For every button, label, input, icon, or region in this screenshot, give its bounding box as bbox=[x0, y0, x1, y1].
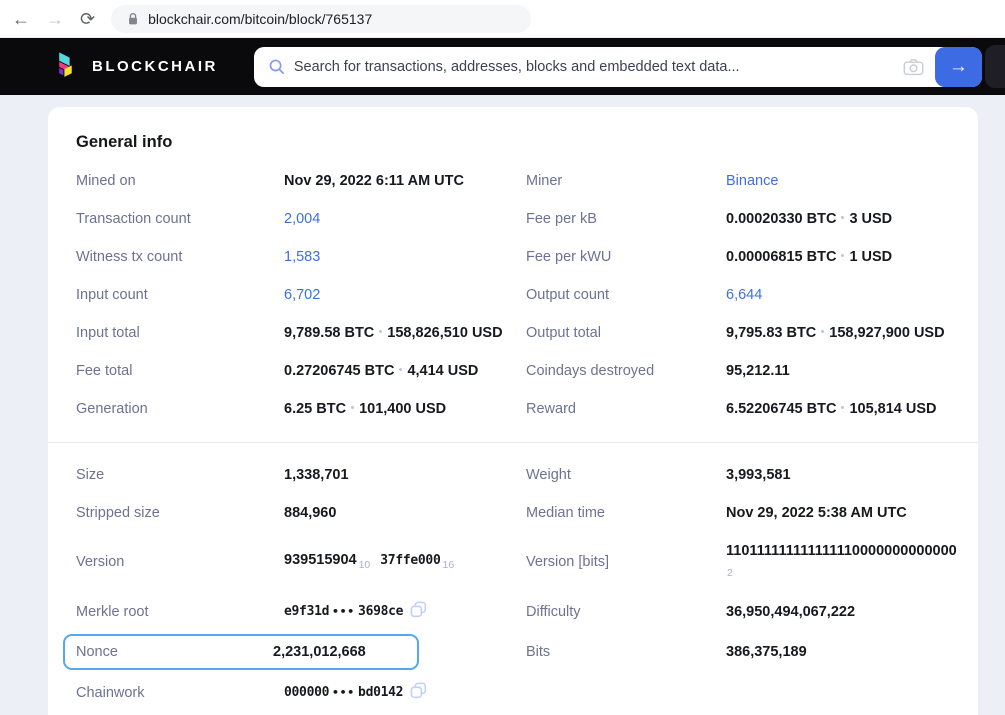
row-value: 9,795.83 BTC158,927,900 USD bbox=[726, 314, 950, 352]
page-title: General info bbox=[76, 133, 950, 152]
address-bar[interactable]: blockchair.com/bitcoin/block/765137 bbox=[111, 5, 531, 33]
copy-icon bbox=[410, 601, 427, 618]
brand-wordmark[interactable]: BLOCKCHAIR bbox=[92, 58, 218, 75]
row-label: Fee total bbox=[76, 352, 284, 390]
search-submit-button[interactable]: → bbox=[935, 47, 982, 87]
dot-separator bbox=[379, 330, 382, 333]
row-value: 0.00020330 BTC3 USD bbox=[726, 200, 950, 238]
search-input[interactable] bbox=[294, 59, 903, 75]
row-label: Output count bbox=[526, 276, 726, 314]
row-label: Input count bbox=[76, 276, 284, 314]
row-label: Generation bbox=[76, 390, 284, 428]
row-label: Transaction count bbox=[76, 200, 284, 238]
row-value: 36,950,494,067,222 bbox=[726, 593, 957, 631]
row-value: Nov 29, 2022 6:11 AM UTC bbox=[284, 162, 526, 200]
row-value: 6.25 BTC101,400 USD bbox=[284, 390, 526, 428]
browser-toolbar: ← → ⟳ blockchair.com/bitcoin/block/76513… bbox=[0, 0, 1005, 38]
row-label: Coindays destroyed bbox=[526, 352, 726, 390]
general-info-card: General info Mined on Nov 29, 2022 6:11 … bbox=[48, 107, 978, 715]
dot-separator bbox=[841, 254, 844, 257]
row-label: Mined on bbox=[76, 162, 284, 200]
forward-icon[interactable]: → bbox=[46, 10, 64, 28]
base-subscript: 16 bbox=[442, 559, 454, 571]
camera-icon bbox=[903, 58, 924, 76]
section-divider bbox=[48, 442, 978, 443]
back-icon[interactable]: ← bbox=[12, 10, 30, 28]
site-header: BLOCKCHAIR → bbox=[0, 38, 1005, 95]
row-label: Size bbox=[76, 456, 284, 494]
search-bar: → bbox=[254, 47, 982, 87]
row-value: 0.00006815 BTC1 USD bbox=[726, 238, 950, 276]
copy-icon bbox=[410, 682, 427, 699]
url-text: blockchair.com/bitcoin/block/765137 bbox=[148, 11, 372, 27]
row-label: Fee per kB bbox=[526, 200, 726, 238]
row-label: Version [bits] bbox=[526, 543, 726, 581]
base-subscript: 10 bbox=[359, 559, 371, 571]
lock-icon bbox=[127, 12, 139, 26]
row-label: Bits bbox=[526, 633, 726, 671]
row-value: 386,375,189 bbox=[726, 633, 957, 671]
nonce-highlight-box: Nonce 2,231,012,668 bbox=[63, 634, 419, 670]
row-value: 95,212.11 bbox=[726, 352, 950, 390]
dot-separator bbox=[351, 406, 354, 409]
miner-link[interactable]: Binance bbox=[726, 173, 778, 189]
blockchair-logo-icon[interactable] bbox=[55, 52, 78, 82]
dot-separator bbox=[821, 330, 824, 333]
row-value: 1,338,701 bbox=[284, 456, 526, 494]
row-label: Weight bbox=[526, 456, 726, 494]
row-label: Reward bbox=[526, 390, 726, 428]
row-value: 6.52206745 BTC105,814 USD bbox=[726, 390, 950, 428]
row-label: Version bbox=[76, 543, 284, 581]
version-bits-value: 110111111111111110000000000000 2 bbox=[726, 532, 957, 592]
dot-separator bbox=[841, 216, 844, 219]
row-label: Output total bbox=[526, 314, 726, 352]
nonce-highlight-row: Nonce 2,231,012,668 bbox=[76, 631, 526, 673]
row-value: Nov 29, 2022 5:38 AM UTC bbox=[726, 494, 957, 532]
refresh-icon[interactable]: ⟳ bbox=[80, 10, 95, 28]
row-value: 3,993,581 bbox=[726, 456, 957, 494]
camera-search-button[interactable] bbox=[903, 58, 924, 76]
dot-separator bbox=[399, 368, 402, 371]
row-label: Median time bbox=[526, 494, 726, 532]
row-label: Stripped size bbox=[76, 494, 284, 532]
general-info-grid-top: Mined on Nov 29, 2022 6:11 AM UTC Miner … bbox=[76, 162, 950, 428]
row-label: Fee per kWU bbox=[526, 238, 726, 276]
transaction-count-link[interactable]: 2,004 bbox=[284, 211, 320, 227]
witness-tx-count-link[interactable]: 1,583 bbox=[284, 249, 320, 265]
row-label: Merkle root bbox=[76, 593, 284, 631]
chainwork-value: 000000•••bd0142 bbox=[284, 673, 526, 712]
dot-separator bbox=[841, 406, 844, 409]
search-icon bbox=[268, 58, 285, 75]
general-info-grid-bottom: Size 1,338,701 Weight 3,993,581 Stripped… bbox=[76, 456, 950, 712]
page-background: General info Mined on Nov 29, 2022 6:11 … bbox=[0, 95, 1005, 715]
base-subscript: 2 bbox=[727, 563, 957, 583]
row-label: Input total bbox=[76, 314, 284, 352]
output-count-link[interactable]: 6,644 bbox=[726, 287, 762, 303]
row-label: Miner bbox=[526, 162, 726, 200]
copy-chainwork-button[interactable] bbox=[410, 682, 427, 702]
input-count-link[interactable]: 6,702 bbox=[284, 287, 320, 303]
row-label: Witness tx count bbox=[76, 238, 284, 276]
row-value: 9,789.58 BTC158,826,510 USD bbox=[284, 314, 526, 352]
merkle-root-value: e9f31d•••3698ce bbox=[284, 592, 526, 631]
copy-merkle-root-button[interactable] bbox=[410, 601, 427, 621]
version-value: 9395159041037ffe00016 bbox=[284, 541, 526, 584]
header-menu-stub[interactable] bbox=[985, 45, 1005, 88]
row-label: Nonce bbox=[76, 642, 273, 662]
row-value: 884,960 bbox=[284, 494, 526, 532]
row-label: Chainwork bbox=[76, 674, 284, 712]
row-value: 0.27206745 BTC4,414 USD bbox=[284, 352, 526, 390]
nonce-value: 2,231,012,668 bbox=[273, 642, 405, 662]
row-label: Difficulty bbox=[526, 593, 726, 631]
